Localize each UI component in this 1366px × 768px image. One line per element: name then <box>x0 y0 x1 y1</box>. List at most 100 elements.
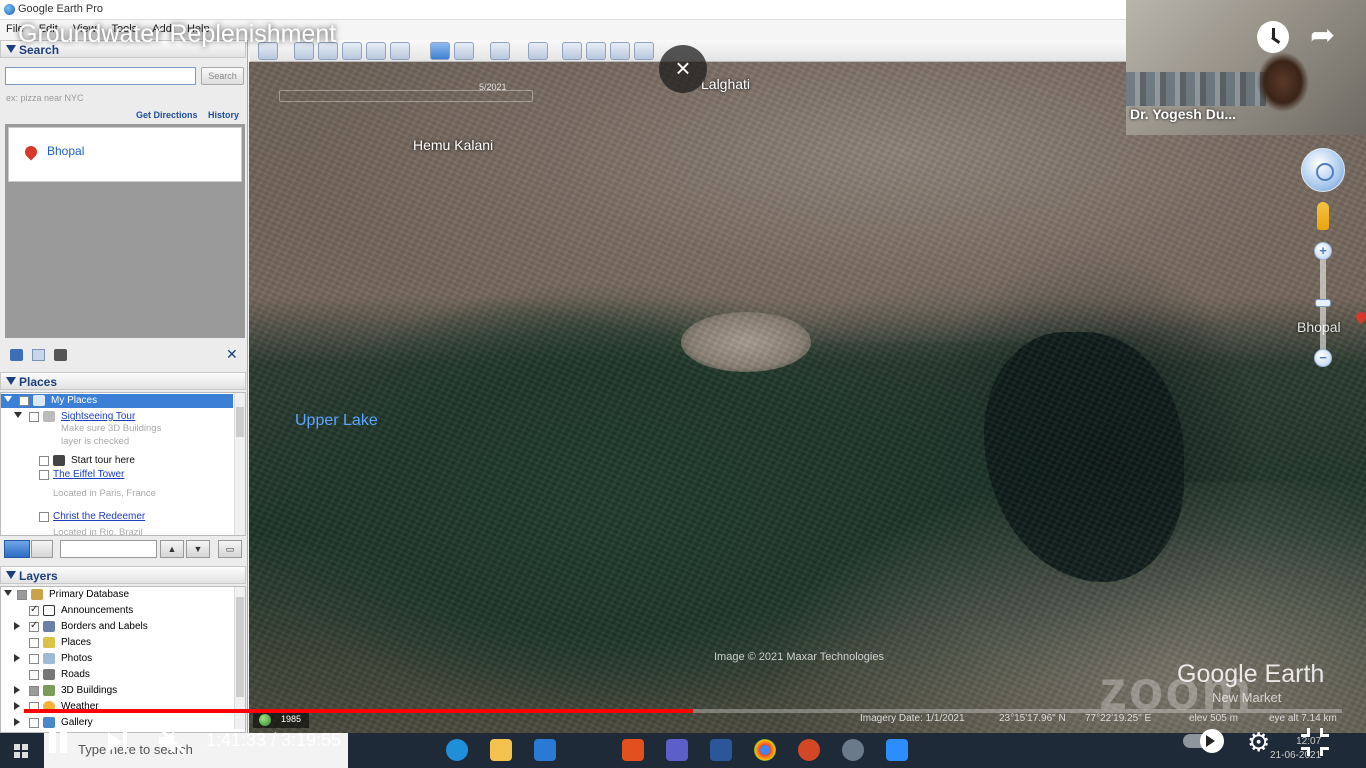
history-link[interactable]: History <box>208 110 239 120</box>
video-title[interactable]: Groundwater Replenishment <box>18 20 336 49</box>
expand-icon[interactable] <box>4 396 12 402</box>
map-label-bhopal[interactable]: Bhopal <box>1297 319 1341 335</box>
places-section-header[interactable]: Places <box>0 372 246 390</box>
pause-button[interactable] <box>44 726 72 758</box>
checkbox[interactable] <box>39 512 49 522</box>
layer-announcements[interactable]: Announcements <box>1 604 233 618</box>
layer-3d-buildings[interactable]: 3D Buildings <box>1 684 233 698</box>
watch-later-icon[interactable] <box>1257 21 1289 53</box>
expand-icon[interactable] <box>4 590 12 596</box>
image-overlay-icon[interactable] <box>366 42 386 60</box>
earth-map-view[interactable]: 5/2021 Lalghati Hemu Kalani Upper Lake B… <box>249 62 1366 733</box>
layer-borders-labels[interactable]: Borders and Labels <box>1 620 233 634</box>
planets-icon[interactable] <box>490 42 510 60</box>
checkbox[interactable] <box>29 604 39 616</box>
print-icon[interactable] <box>586 42 606 60</box>
map-label-new-market[interactable]: New Market <box>1212 690 1281 705</box>
places-scrollbar[interactable] <box>234 393 245 535</box>
save-image-icon[interactable] <box>610 42 630 60</box>
tree-item-note: Make sure 3D Buildings <box>61 423 162 434</box>
expand-icon[interactable] <box>14 622 20 630</box>
next-video-button[interactable] <box>104 730 132 754</box>
muted-speaker-icon[interactable] <box>156 728 190 756</box>
video-player[interactable]: Type here to search 12:07 21-06-2021 Goo… <box>0 0 1366 768</box>
autoplay-toggle[interactable] <box>1183 729 1224 753</box>
search-result-item[interactable]: Bhopal <box>8 127 242 182</box>
view-in-maps-icon[interactable] <box>634 42 654 60</box>
map-label-upper-lake[interactable]: Upper Lake <box>295 412 378 430</box>
layer-places[interactable]: Places <box>1 636 233 650</box>
progress-bar[interactable] <box>24 709 1342 713</box>
ruler-icon[interactable] <box>528 42 548 60</box>
google-earth-icon <box>4 4 15 15</box>
share-icon[interactable]: ➦ <box>1310 20 1344 54</box>
search-places-icon[interactable] <box>4 540 30 558</box>
layer-roads[interactable]: Roads <box>1 668 233 682</box>
tree-item-sightseeing-tour[interactable]: Sightseeing Tour <box>1 410 233 424</box>
current-time: 1:41:33 <box>206 730 267 750</box>
close-icon[interactable]: ✕ <box>226 346 238 363</box>
layer-label: Places <box>61 637 92 648</box>
zoom-slider-thumb[interactable] <box>1315 299 1331 307</box>
zoom-in-button[interactable]: + <box>1314 242 1332 260</box>
expand-icon[interactable] <box>14 702 20 710</box>
close-overlay-button[interactable]: × <box>659 45 707 93</box>
tree-item-start-tour[interactable]: Start tour here <box>1 454 233 468</box>
scrollbar-thumb[interactable] <box>236 597 244 697</box>
search-button[interactable]: Search <box>201 67 244 85</box>
tree-item-label[interactable]: The Eiffel Tower <box>53 469 124 480</box>
expand-icon[interactable] <box>14 412 22 418</box>
checkbox[interactable] <box>29 686 39 696</box>
expand-icon[interactable] <box>14 654 20 662</box>
layer-label: Roads <box>61 669 90 680</box>
folder-icon[interactable] <box>10 349 23 361</box>
navigation-joystick-icon[interactable] <box>1301 148 1345 192</box>
layers-scrollbar[interactable] <box>234 587 245 729</box>
checkbox[interactable] <box>29 638 39 648</box>
tree-item-eiffel-tower[interactable]: The Eiffel Tower <box>1 468 233 482</box>
checkbox[interactable] <box>39 456 49 466</box>
checkbox[interactable] <box>29 654 39 664</box>
tree-item-label[interactable]: Sightseeing Tour <box>61 411 135 422</box>
layer-photos[interactable]: Photos <box>1 652 233 666</box>
add-path-icon[interactable] <box>342 42 362 60</box>
get-directions-link[interactable]: Get Directions <box>136 110 198 120</box>
checkbox[interactable] <box>19 396 29 406</box>
open-folder-button[interactable]: ▭ <box>218 540 242 558</box>
autoplay-play-icon <box>1206 735 1215 747</box>
sunlight-icon[interactable] <box>454 42 474 60</box>
search-result-name[interactable]: Bhopal <box>47 144 84 158</box>
places-section-title: Places <box>19 375 58 389</box>
print-results-icon[interactable] <box>54 349 67 361</box>
scrollbar-thumb[interactable] <box>236 407 244 437</box>
folder-icon <box>43 411 55 422</box>
expand-icon[interactable] <box>14 686 20 694</box>
layers-section-header[interactable]: Layers <box>0 566 246 584</box>
zoom-out-button[interactable]: − <box>1314 349 1332 367</box>
layer-primary-database[interactable]: Primary Database <box>1 588 233 602</box>
move-up-button[interactable]: ▲ <box>160 540 184 558</box>
exit-fullscreen-icon[interactable] <box>1301 728 1329 756</box>
map-label-hemu-kalani[interactable]: Hemu Kalani <box>413 137 493 153</box>
tree-item-my-places[interactable]: My Places <box>1 394 233 408</box>
checkbox[interactable] <box>29 412 39 422</box>
tree-item-christ-the-redeemer[interactable]: Christ the Redeemer <box>1 510 233 524</box>
street-view-pegman-icon[interactable] <box>1317 202 1329 230</box>
copy-icon[interactable] <box>32 349 45 361</box>
checkbox[interactable] <box>29 620 39 632</box>
email-icon[interactable] <box>562 42 582 60</box>
settings-gear-icon[interactable]: ⚙ <box>1247 728 1275 756</box>
checkbox[interactable] <box>39 470 49 480</box>
checkbox[interactable] <box>29 670 39 680</box>
move-down-button[interactable]: ▼ <box>186 540 210 558</box>
tree-item-label: Start tour here <box>71 455 135 466</box>
panel-toggle-icon[interactable] <box>31 540 53 558</box>
checkbox[interactable] <box>17 590 27 600</box>
tree-item-label[interactable]: Christ the Redeemer <box>53 511 145 522</box>
places-filter-input[interactable] <box>60 540 157 558</box>
map-label-lalghati[interactable]: Lalghati <box>701 76 750 92</box>
search-hint: ex: pizza near NYC <box>6 93 84 103</box>
search-input[interactable] <box>5 67 196 85</box>
historical-imagery-icon[interactable] <box>430 42 450 60</box>
record-tour-icon[interactable] <box>390 42 410 60</box>
